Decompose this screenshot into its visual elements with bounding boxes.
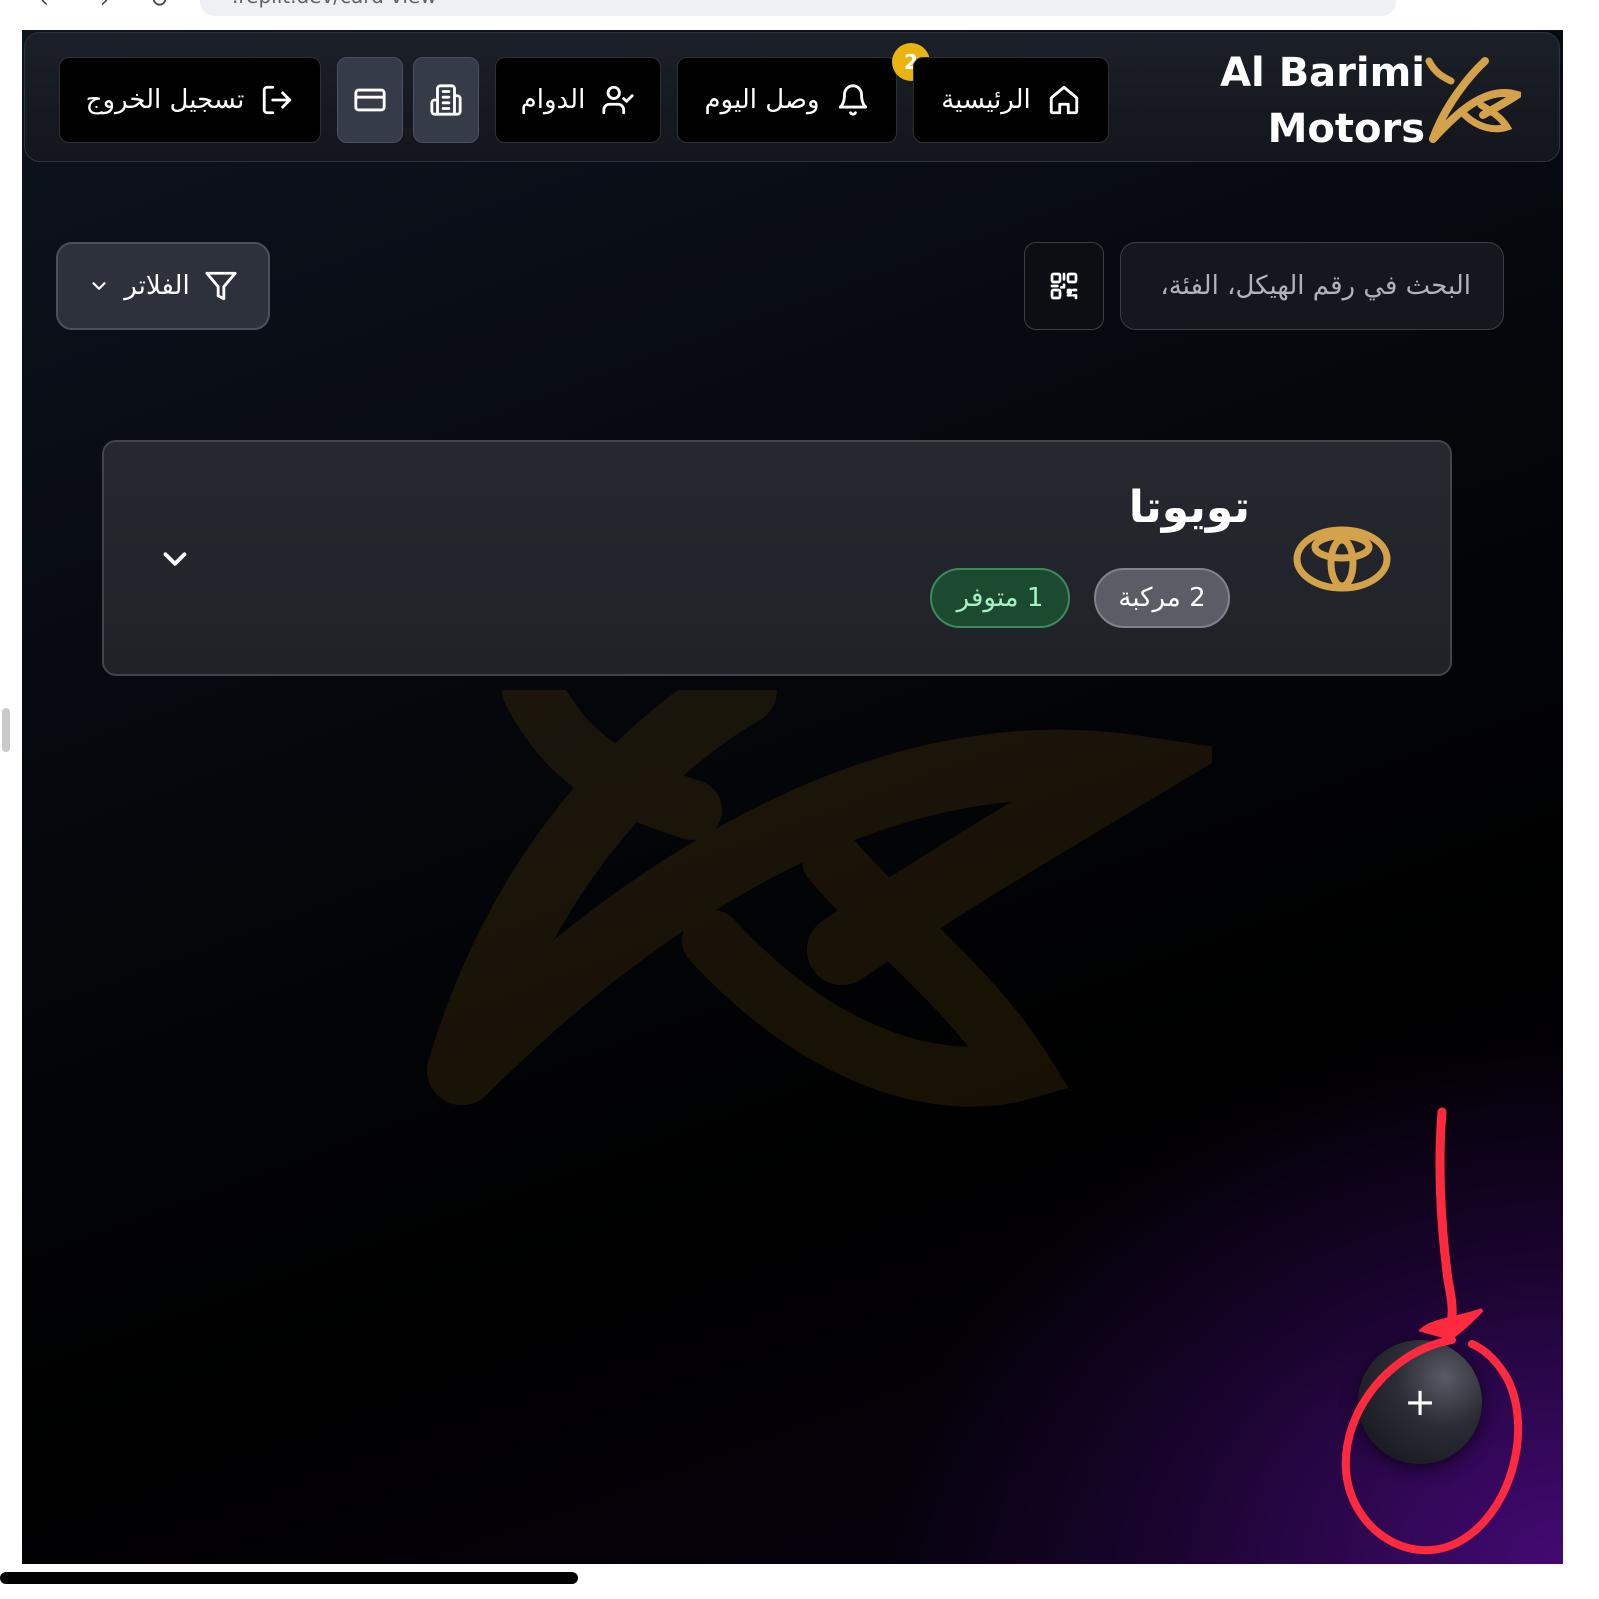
address-bar-text: .replit.dev/card-view (232, 0, 437, 8)
card-view-button[interactable] (337, 57, 403, 143)
logout-label: تسجيل الخروج (85, 85, 245, 115)
brand-group-card[interactable]: تويوتا 2 مركبة 1 متوفر (102, 440, 1452, 676)
bell-icon (838, 84, 867, 116)
toyota-logo-icon (1293, 526, 1391, 592)
forward-icon[interactable]: › (100, 0, 109, 13)
vehicles-count-badge: 2 مركبة (1094, 568, 1230, 628)
browser-toolbar: ‹ › ↻ .replit.dev/card-view (0, 0, 1599, 30)
home-icon (1049, 85, 1078, 115)
top-navbar: تسجيل الخروج الدوام وصل اليوم 2 الرئيسية… (24, 32, 1560, 162)
company-button[interactable] (413, 57, 479, 143)
app-window: تسجيل الخروج الدوام وصل اليوم 2 الرئيسية… (22, 30, 1563, 1564)
attendance-button[interactable]: الدوام (495, 57, 661, 143)
brand-name-line1: Al Barimi (1220, 50, 1425, 96)
home-label: الرئيسية (941, 85, 1031, 115)
expand-chevron-icon[interactable] (156, 540, 194, 578)
qr-code-icon (1050, 272, 1078, 300)
qr-scan-button[interactable] (1024, 242, 1104, 330)
brand-group-title: تويوتا (1128, 482, 1250, 533)
search-input[interactable] (1120, 242, 1504, 330)
available-count-badge: 1 متوفر (930, 568, 1070, 628)
watermark-logo (427, 690, 1212, 1107)
logout-icon (263, 85, 292, 115)
attendance-label: الدوام (520, 85, 586, 115)
window-resize-handle[interactable] (2, 708, 10, 752)
filter-icon (205, 271, 237, 301)
reload-icon[interactable]: ↻ (150, 0, 168, 13)
filters-button[interactable]: الفلاتر (56, 242, 270, 330)
user-check-icon (602, 85, 634, 115)
brand-logo-icon (1425, 57, 1521, 143)
chevron-down-icon (92, 282, 106, 290)
filters-label: الفلاتر (124, 271, 190, 301)
horizontal-scrollbar[interactable] (0, 1572, 578, 1584)
arrived-today-label: وصل اليوم (704, 85, 820, 115)
back-icon[interactable]: ‹ (40, 0, 49, 13)
logout-button[interactable]: تسجيل الخروج (59, 57, 321, 143)
home-button[interactable]: الرئيسية (913, 57, 1109, 143)
building-icon (430, 84, 462, 116)
red-annotation-circle (1341, 1107, 1523, 1555)
brand-name-line2: Motors (1267, 106, 1425, 152)
arrived-today-button[interactable]: وصل اليوم (677, 57, 897, 143)
credit-card-icon (354, 88, 386, 112)
brand-name: Al Barimi Motors (1175, 45, 1425, 157)
